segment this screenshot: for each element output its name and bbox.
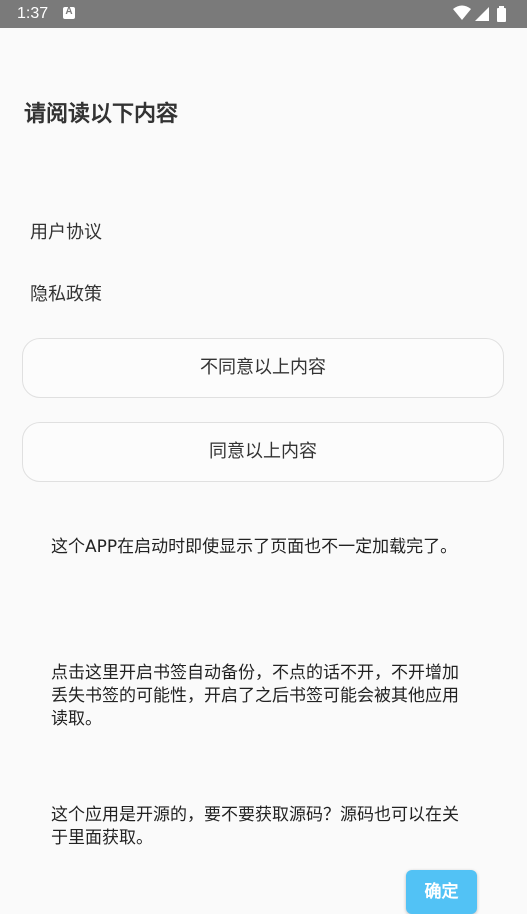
privacy-policy-link[interactable]: 隐私政策 bbox=[30, 282, 102, 308]
a-icon bbox=[63, 6, 75, 19]
wifi-icon bbox=[453, 5, 471, 20]
agree-button[interactable]: 同意以上内容 bbox=[22, 422, 504, 482]
user-agreement-link[interactable]: 用户协议 bbox=[30, 220, 102, 246]
bookmark-backup-option[interactable]: 点击这里开启书签自动备份，不点的话不开，不开增加丢失书签的可能性，开启了之后书签… bbox=[51, 662, 471, 731]
status-bar: 1:37 bbox=[0, 0, 527, 28]
disagree-button[interactable]: 不同意以上内容 bbox=[22, 338, 504, 398]
confirm-button[interactable]: 确定 bbox=[406, 870, 477, 914]
status-icons bbox=[453, 5, 513, 23]
signal-icon bbox=[475, 7, 489, 21]
status-time: 1:37 bbox=[17, 5, 49, 22]
loading-notice: 这个APP在启动时即使显示了页面也不一定加载完了。 bbox=[51, 537, 458, 557]
open-source-notice[interactable]: 这个应用是开源的，要不要获取源码？源码也可以在关于里面获取。 bbox=[51, 804, 471, 850]
page-title: 请阅读以下内容 bbox=[24, 102, 179, 127]
battery-icon bbox=[497, 8, 506, 22]
